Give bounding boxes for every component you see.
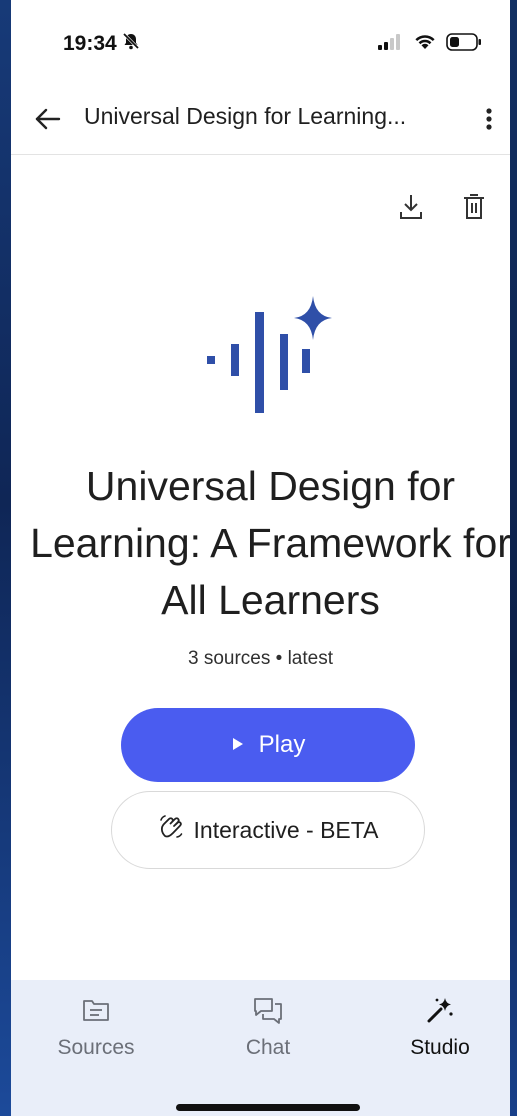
delete-button[interactable] [461,192,487,222]
wifi-icon [414,34,436,55]
interactive-label: Interactive - BETA [193,816,379,843]
status-time-group: 19:34 [63,31,141,57]
app-bar: Universal Design for Learning... [11,86,510,152]
audio-overview-title: Universal Design for Learning: A Framewo… [30,463,510,623]
studio-wand-icon [425,994,455,1026]
nav-studio-label: Studio [410,1036,470,1059]
battery-icon [446,33,482,56]
back-button[interactable] [31,102,65,136]
more-vert-icon [476,108,502,140]
bottom-nav: Sources Chat Studio [11,980,510,1116]
audio-overview-meta: 3 sources • latest [188,648,333,669]
status-time: 19:34 [63,32,117,55]
device-frame-right [510,0,517,1116]
interactive-beta-button[interactable]: Interactive - BETA [111,791,425,869]
home-indicator [176,1104,360,1111]
chat-icon [253,994,283,1026]
nav-sources[interactable]: Sources [26,994,166,1074]
play-label: Play [258,731,306,758]
download-button[interactable] [397,192,425,222]
more-button[interactable] [476,102,502,136]
back-arrow-icon [31,108,65,140]
nav-sources-label: Sources [57,1036,135,1059]
nav-chat[interactable]: Chat [198,994,338,1074]
signal-icon [378,34,404,55]
delete-icon [461,194,487,226]
play-button[interactable]: Play [121,708,415,782]
device-frame-left [0,0,11,1116]
status-icons [378,33,482,56]
interactive-hand-icon [158,814,184,846]
sources-icon [82,994,110,1026]
bell-off-icon [121,31,141,57]
phone-screen: 19:34 Universal Design for Learning... U… [11,0,510,1116]
app-bar-divider [11,154,510,155]
download-icon [397,195,425,226]
audio-overview-logo-icon [203,292,339,416]
status-bar: 19:34 [11,0,510,80]
notebook-title: Universal Design for Learning... [84,103,407,129]
nav-studio[interactable]: Studio [370,994,510,1074]
play-icon [231,731,245,759]
nav-chat-label: Chat [245,1036,291,1059]
